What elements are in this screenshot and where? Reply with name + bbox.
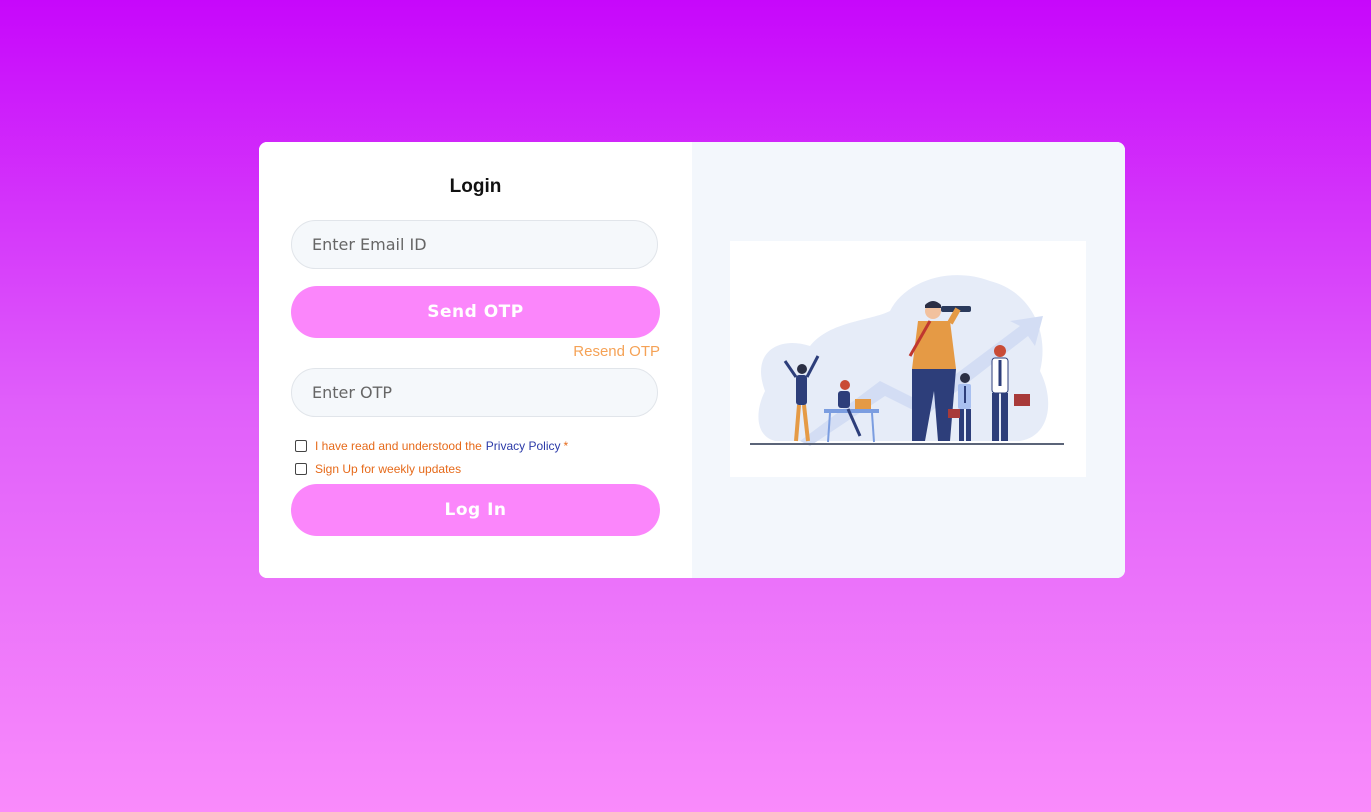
page-title: Login [449,176,502,197]
otp-field[interactable] [291,368,658,417]
resend-otp-link[interactable]: Resend OTP [573,343,660,360]
privacy-policy-link[interactable]: Privacy Policy [486,439,561,453]
team-vision-illustration-icon [730,241,1086,477]
privacy-text: I have read and understood the [315,439,482,453]
required-mark: * [563,439,569,453]
login-button[interactable]: Log In [291,484,660,536]
illustration-panel [692,142,1125,578]
login-card: Login Send OTP Resend OTP I have read an… [259,142,1125,578]
updates-text: Sign Up for weekly updates [315,462,462,476]
privacy-consent-row: I have read and understood the Privacy P… [295,439,568,453]
privacy-checkbox[interactable] [295,440,307,452]
send-otp-button[interactable]: Send OTP [291,286,660,338]
updates-row: Sign Up for weekly updates [295,462,461,476]
updates-checkbox[interactable] [295,463,307,475]
email-field[interactable] [291,220,658,269]
login-form-panel: Login Send OTP Resend OTP I have read an… [259,142,692,578]
